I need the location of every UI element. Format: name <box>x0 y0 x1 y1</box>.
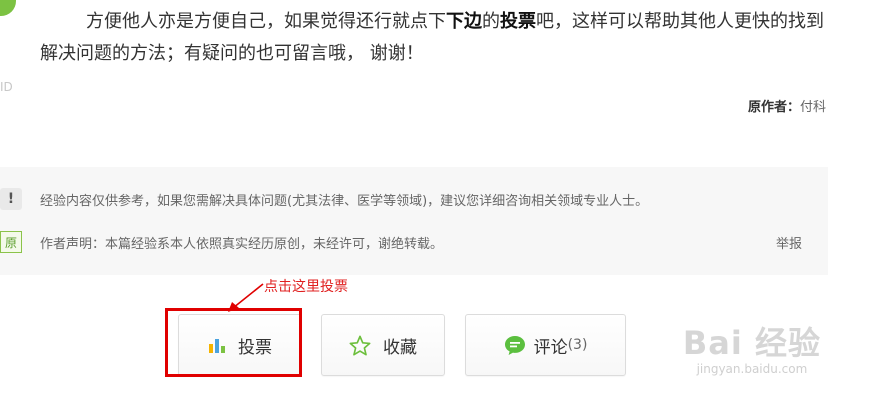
notice-box: ! 经验内容仅供参考，如果您需解决具体问题(尤其法律、医学等领域)，建议您详细咨… <box>0 167 828 275</box>
original-icon: 原 <box>0 231 22 253</box>
disclaimer-row: ! 经验内容仅供参考，如果您需解决具体问题(尤其法律、医学等领域)，建议您详细咨… <box>0 187 648 211</box>
comment-count: (3) <box>567 337 588 353</box>
comment-bubble-icon <box>504 335 526 356</box>
annotation-label: 点击这里投票 <box>264 279 348 295</box>
watermark-logo: Bai 经验 <box>682 324 821 362</box>
edge-text: ID <box>0 80 13 94</box>
paragraph-bold-vote: 投票 <box>500 11 536 32</box>
baidu-watermark: Bai 经验 jingyan.baidu.com <box>683 318 821 376</box>
disclaimer-text: 经验内容仅供参考，如果您需解决具体问题(尤其法律、医学等领域)，建议您详细咨询相… <box>40 193 649 209</box>
watermark-url: jingyan.baidu.com <box>696 362 808 376</box>
exclamation-icon: ! <box>0 188 22 210</box>
original-author: 原作者：付科 <box>748 96 826 115</box>
report-link[interactable]: 举报 <box>776 233 802 252</box>
article-paragraph: 方便他人亦是方便自己，如果觉得还行就点下下边的投票吧，这样可以帮助其他人更快的找… <box>40 6 840 70</box>
comment-button[interactable]: 评论 (3) <box>465 314 626 376</box>
corner-badge <box>0 0 16 16</box>
star-icon <box>349 335 371 356</box>
favorite-label: 收藏 <box>383 337 417 358</box>
statement-text: 作者声明：本篇经验系本人依照真实经历原创，未经许可，谢绝转载。 <box>40 236 444 252</box>
paragraph-text-2: 的 <box>482 11 500 32</box>
vote-highlight-box <box>165 308 302 377</box>
paragraph-text-1: 方便他人亦是方便自己，如果觉得还行就点下 <box>86 11 446 32</box>
author-label: 原作者： <box>747 100 800 115</box>
author-name: 付科 <box>799 100 826 115</box>
paragraph-bold-below: 下边 <box>446 11 482 32</box>
statement-row: 原 作者声明：本篇经验系本人依照真实经历原创，未经许可，谢绝转载。 举报 <box>0 230 828 254</box>
comment-label: 评论 <box>533 337 568 358</box>
favorite-button[interactable]: 收藏 <box>321 314 445 376</box>
